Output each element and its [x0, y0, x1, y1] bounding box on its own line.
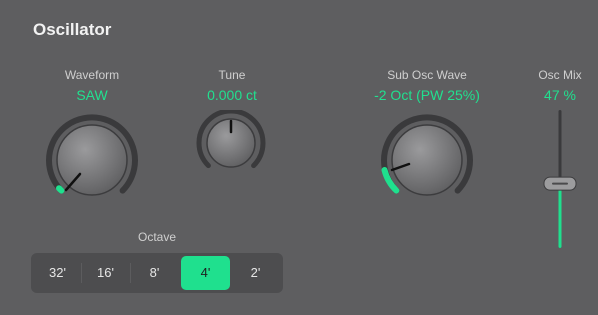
- panel-title: Oscillator: [33, 20, 112, 39]
- octave-selector: 32' 16' 8' 4' 2': [31, 253, 283, 293]
- sub-osc-knob-body: [391, 124, 463, 196]
- octave-divider: [81, 263, 82, 283]
- octave-4-button[interactable]: 4': [181, 256, 230, 290]
- osc-mix-value: 47 %: [544, 87, 576, 103]
- osc-mix-fill: [558, 183, 562, 248]
- tune-value: 0.000 ct: [207, 87, 257, 103]
- tune-knob[interactable]: [193, 110, 269, 176]
- waveform-knob[interactable]: [40, 110, 144, 204]
- osc-mix-thumb: [543, 176, 577, 191]
- osc-mix-slider[interactable]: [540, 108, 580, 254]
- octave-32-button[interactable]: 32': [35, 256, 80, 290]
- sub-osc-knob[interactable]: [375, 110, 479, 204]
- waveform-knob-arc: [56, 185, 65, 194]
- octave-divider: [130, 263, 131, 283]
- octave-2-button[interactable]: 2': [233, 256, 278, 290]
- osc-mix-label: Osc Mix: [538, 68, 582, 82]
- waveform-value: SAW: [76, 87, 108, 103]
- octave-8-button[interactable]: 8': [132, 256, 177, 290]
- octave-label: Octave: [137, 230, 176, 244]
- waveform-label: Waveform: [64, 68, 120, 82]
- waveform-knob-body: [56, 124, 128, 196]
- oscillator-panel: Oscillator Waveform SAW Tune 0.000 ct Su…: [0, 0, 598, 315]
- octave-16-button[interactable]: 16': [83, 256, 128, 290]
- tune-label: Tune: [218, 68, 246, 82]
